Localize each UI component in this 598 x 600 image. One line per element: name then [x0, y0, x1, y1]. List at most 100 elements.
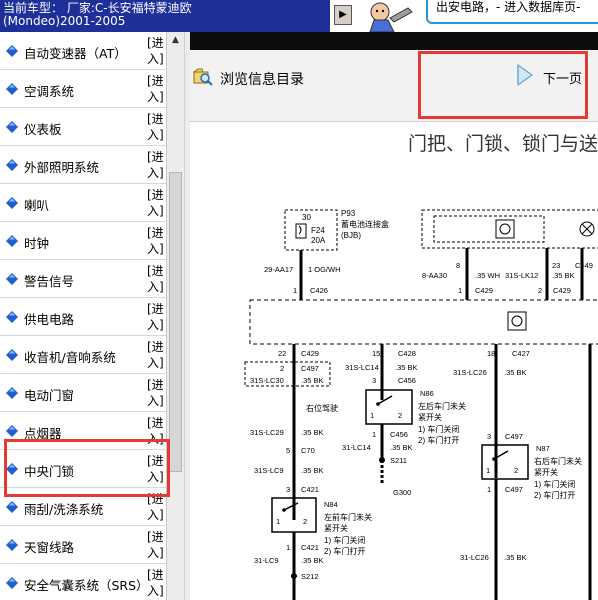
sidebar-item[interactable]: 警告信号 [进入]: [0, 260, 166, 298]
blue-diamond-icon: [6, 501, 18, 513]
blue-diamond-icon: [6, 349, 18, 361]
sidebar-item[interactable]: 天窗线路 [进入]: [0, 526, 166, 564]
enter-link[interactable]: [进入]: [147, 339, 164, 371]
enter-link[interactable]: [进入]: [147, 529, 164, 561]
scroll-thumb[interactable]: [169, 172, 182, 472]
wire-spec: .35 BK: [301, 556, 324, 565]
connector-label: C421: [301, 485, 319, 494]
connector-label: C70: [301, 446, 315, 455]
folder-search-icon[interactable]: [193, 67, 213, 87]
sidebar-item[interactable]: 外部照明系统 [进入]: [0, 146, 166, 184]
content-toolbar: 浏览信息目录 下一页: [190, 50, 598, 122]
switch-name: 左后车门未关: [418, 401, 466, 411]
switch-state: 2) 车门打开: [418, 435, 459, 445]
switch-name: 紧开关: [324, 523, 348, 533]
switch-state: 2) 车门打开: [534, 490, 575, 500]
sidebar-item[interactable]: 喇叭 [进入]: [0, 184, 166, 222]
sidebar-item[interactable]: 空调系统 [进入]: [0, 70, 166, 108]
sidebar-item-label: 安全气囊系统（SRS）: [24, 578, 149, 593]
enter-link[interactable]: [进入]: [147, 187, 164, 219]
pin-label: 18: [487, 349, 495, 358]
switch-lever: [377, 395, 393, 405]
sidebar-item[interactable]: 时钟 [进入]: [0, 222, 166, 260]
wire-spec: .35 BK: [504, 368, 527, 377]
connector-label: C428: [398, 349, 416, 358]
switch-name: 紧开关: [534, 467, 558, 477]
pin-label: 3: [372, 376, 376, 385]
enter-link[interactable]: [进入]: [147, 263, 164, 295]
switch-state: 1) 车门关闭: [418, 424, 459, 434]
enter-link[interactable]: [进入]: [147, 301, 164, 333]
pin-label: 2: [280, 364, 284, 373]
connector-label: C449: [575, 261, 593, 270]
splice-label: S211: [390, 456, 407, 465]
sidebar-item-label: 电动门窗: [24, 388, 75, 403]
connector-label: C429: [553, 286, 571, 295]
next-page-button[interactable]: 下一页: [418, 51, 588, 119]
scroll-up-arrow-icon[interactable]: ▲: [167, 32, 184, 48]
wire-spec: .35 BK: [504, 553, 527, 562]
sidebar-scrollbar[interactable]: ▲: [166, 32, 184, 600]
blue-diamond-icon: [6, 273, 18, 285]
sidebar-item-label: 空调系统: [24, 84, 75, 99]
sidebar-item[interactable]: 供电电路 [进入]: [0, 298, 166, 336]
sidebar-item[interactable]: 仪表板 [进入]: [0, 108, 166, 146]
chip-icon: [499, 223, 511, 235]
blue-diamond-icon: [6, 311, 18, 323]
fuse-symbol: [298, 225, 302, 235]
sidebar-item[interactable]: 电动门窗 [进入]: [0, 374, 166, 412]
blue-diamond-icon: [6, 83, 18, 95]
browse-directory-link[interactable]: 浏览信息目录: [220, 69, 304, 89]
ground-label: G300: [393, 488, 411, 497]
right-arrow-button[interactable]: ▶: [334, 5, 352, 25]
pin-label: 1: [286, 543, 290, 552]
system-sidebar: 自动变速器（AT） [进入] 空调系统 [进入] 仪表板 [进入] 外部照明系统 [进入] 喇叭…: [0, 32, 186, 600]
banner-message: 出安电路，- 进入数据库页-: [426, 0, 598, 24]
wiring-diagram: 30 F24 20A P93 蓄电池连接盒 (BJB) 29-AA17 1 OG…: [244, 209, 598, 600]
blue-diamond-icon: [6, 235, 18, 247]
pin-label: 22: [278, 349, 286, 358]
current-vehicle-bar: 当前车型： 厂家:C-长安福特蒙迪欧 (Mondeo)2001-2005: [0, 0, 330, 32]
wire-spec: 1 OG/WH: [308, 265, 341, 274]
connector-label: C456: [390, 430, 408, 439]
diagram-title: 门把、门锁、锁门与送: [408, 133, 598, 155]
sidebar-item[interactable]: 自动变速器（AT） [进入]: [0, 32, 166, 70]
pin-label: 3: [286, 485, 290, 494]
switch-pin: 2: [398, 411, 402, 420]
switch-pin: 1: [370, 411, 374, 420]
switch-id: N87: [536, 444, 550, 453]
enter-link[interactable]: [进入]: [147, 567, 164, 599]
sidebar-item-label: 外部照明系统: [24, 160, 100, 175]
wire-id: 8-AA30: [422, 271, 447, 280]
fuse-box-id: P93: [341, 209, 356, 218]
sidebar-item[interactable]: 安全气囊系统（SRS） [进入]: [0, 564, 166, 600]
module-chip: [495, 219, 515, 239]
sidebar-item[interactable]: 收音机/音响系统 [进入]: [0, 336, 166, 374]
connector-label: C426: [310, 286, 328, 295]
wire-id: 31S-LC9: [254, 466, 284, 475]
enter-link[interactable]: [进入]: [147, 73, 164, 105]
enter-link[interactable]: [进入]: [147, 35, 164, 67]
right-side-label: 右位驾驶: [306, 403, 338, 413]
wire-spec: .35 BK: [301, 466, 324, 475]
switch-state: 1) 车门关闭: [324, 535, 365, 545]
sidebar-item-label: 天窗线路: [24, 540, 75, 555]
module-chip: [507, 311, 527, 331]
pin-label: 1: [487, 485, 491, 494]
enter-link[interactable]: [进入]: [147, 225, 164, 257]
enter-link[interactable]: [进入]: [147, 111, 164, 143]
sidebar-item-label: 时钟: [24, 236, 50, 251]
wire-id: 31S-LC29: [250, 428, 284, 437]
enter-link[interactable]: [进入]: [147, 377, 164, 409]
sidebar-item-label: 供电电路: [24, 312, 75, 327]
switch-pin: 2: [303, 517, 307, 526]
connector-label: C429: [475, 286, 493, 295]
fuse-rating: 20A: [311, 236, 326, 245]
switch-state: 1) 车门关闭: [534, 479, 575, 489]
enter-link[interactable]: [进入]: [147, 149, 164, 181]
next-page-label: 下一页: [543, 72, 583, 87]
banner-text: 出安电路，- 进入数据库页-: [436, 0, 581, 14]
fuse-label: F24: [311, 226, 325, 235]
connector-label: C429: [301, 349, 319, 358]
pin-label: 1: [293, 286, 297, 295]
